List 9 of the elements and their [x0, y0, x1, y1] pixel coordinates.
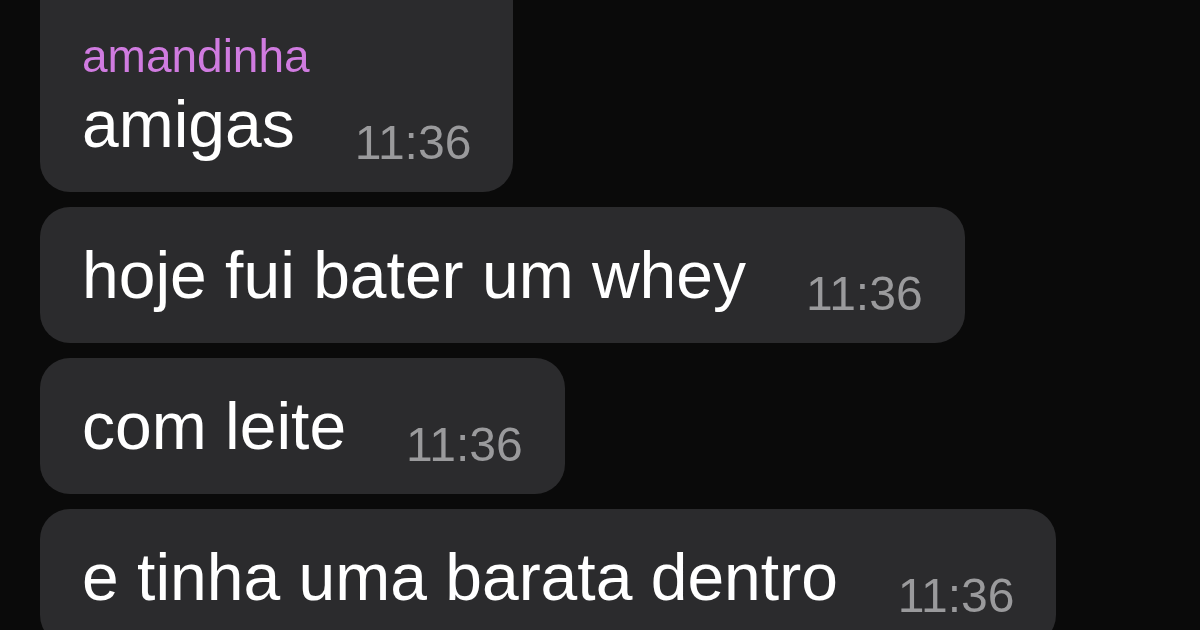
message-time: 11:36: [897, 568, 1015, 624]
message-time: 11:36: [354, 115, 472, 171]
message-text: e tinha uma barata dentro: [82, 539, 838, 616]
message-text: hoje fui bater um whey: [82, 237, 747, 314]
message-time: 11:36: [406, 417, 523, 473]
message-time: 11:36: [806, 266, 923, 322]
message-text: amigas: [82, 86, 295, 163]
message-text: com leite: [82, 388, 347, 465]
sender-name: amandinha: [82, 29, 311, 84]
